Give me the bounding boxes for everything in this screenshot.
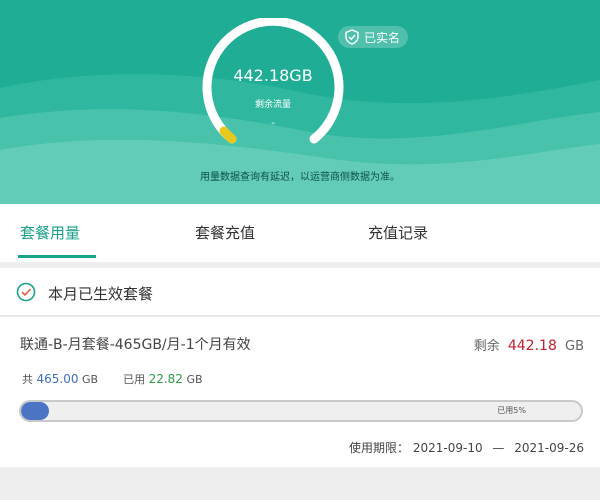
period-end: 2021-09-26: [514, 441, 584, 455]
verified-badge: 已实名: [338, 26, 408, 48]
remaining-data-amount: 442.18GB: [233, 66, 313, 85]
section-title: 本月已生效套餐: [48, 285, 154, 303]
active-tab-indicator: [18, 255, 96, 258]
used-label: 已用: [123, 373, 146, 386]
remaining-unit: GB: [565, 339, 584, 354]
package-remaining: 剩余 442.18 GB: [474, 335, 584, 354]
delay-notice: 用量数据查询有延迟，以运营商侧数据为准。: [200, 172, 400, 183]
usage-ring: [200, 16, 346, 164]
validity-period: 使用期限： 2021-09-10 — 2021-09-26: [349, 439, 584, 456]
check-circle-icon: [16, 282, 36, 302]
usage-progress-fill: [21, 402, 49, 420]
tab-package-recharge[interactable]: 套餐充值: [195, 222, 255, 243]
period-start: 2021-09-10: [412, 441, 483, 455]
usage-header: 442.18GB 剩余流量 - 已实名 用量数据查询有延迟，以运营商侧数据为准。: [0, 0, 600, 204]
package-stats: 共 465.00 GB 已用 22.82 GB: [22, 371, 203, 387]
ring-dash: -: [271, 118, 275, 129]
shield-check-icon: [345, 29, 359, 45]
verified-badge-label: 已实名: [364, 30, 401, 45]
active-packages-header: 本月已生效套餐: [0, 268, 600, 316]
total-label: 共: [22, 373, 33, 386]
period-label: 使用期限：: [349, 441, 410, 455]
remaining-data-label: 剩余流量: [254, 100, 291, 110]
total-value: 465.00: [36, 372, 79, 386]
tab-package-usage[interactable]: 套餐用量: [20, 222, 80, 243]
usage-progress-bar: 已用5%: [19, 400, 583, 422]
used-unit: GB: [186, 373, 203, 386]
package-name: 联通-B-月套餐-465GB/月-1个月有效: [20, 337, 251, 353]
tab-bar: 套餐用量 套餐充值 充值记录: [0, 204, 600, 262]
remaining-value: 442.18: [507, 338, 557, 354]
usage-percent-text: 已用5%: [497, 406, 526, 415]
usage-ring-indicator: [219, 126, 237, 144]
period-separator: —: [492, 441, 505, 455]
package-card: 联通-B-月套餐-465GB/月-1个月有效 剩余 442.18 GB 共 46…: [0, 317, 600, 467]
used-value: 22.82: [148, 372, 183, 386]
tab-recharge-records[interactable]: 充值记录: [368, 222, 428, 243]
total-unit: GB: [82, 373, 99, 386]
remaining-label: 剩余: [473, 339, 500, 354]
